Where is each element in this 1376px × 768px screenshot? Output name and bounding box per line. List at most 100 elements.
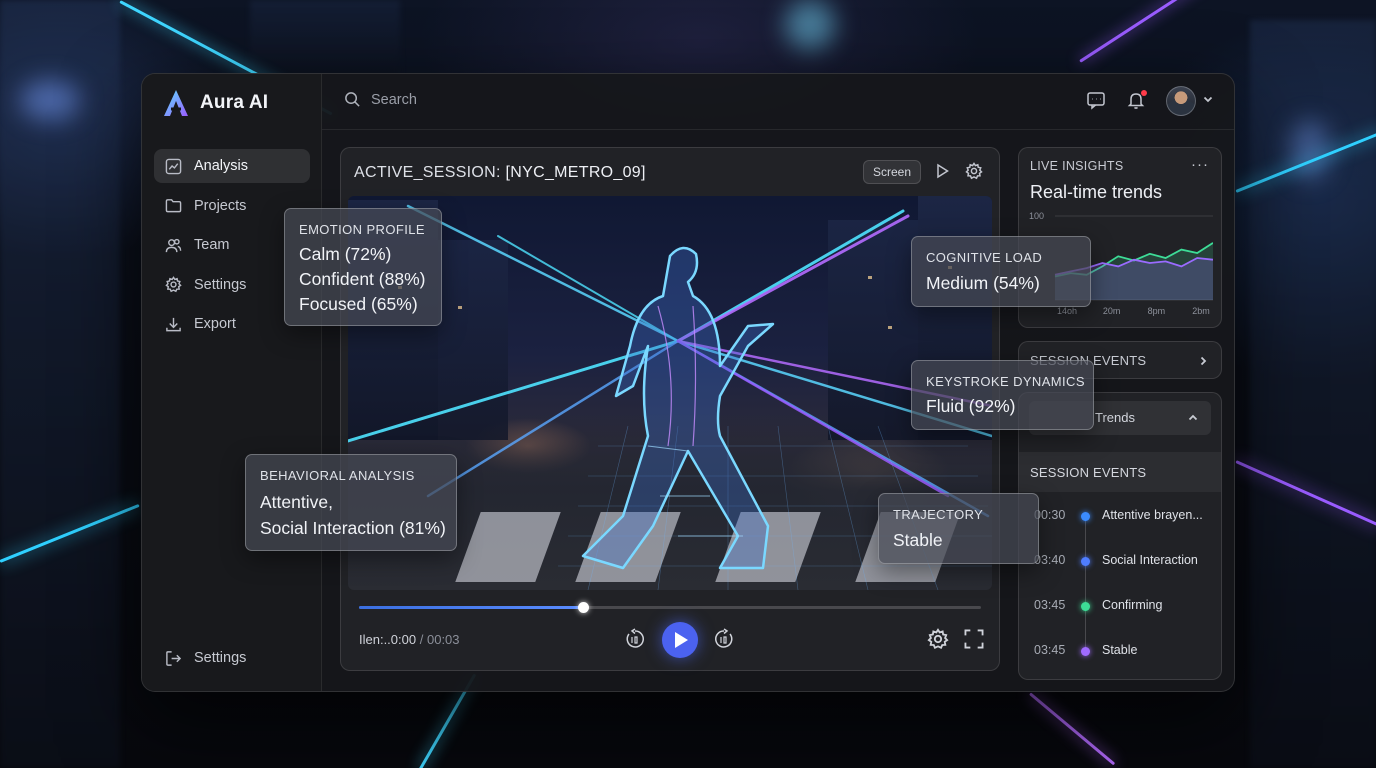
top-icons (1086, 86, 1214, 116)
chevron-down-icon (1203, 96, 1213, 103)
session-events-panel: Trends SESSION EVENTS 00:30 Attentive br… (1018, 392, 1222, 680)
sidebar-item-bottom-settings[interactable]: Settings (154, 641, 310, 675)
insights-title: Real-time trends (1030, 182, 1163, 202)
keystroke-dynamics-label: KEYSTROKE DYNAMICS (926, 374, 1085, 389)
x-tick-label: 14oh (1057, 306, 1077, 316)
time-separator: / (419, 632, 424, 647)
session-title-prefix: ACTIVE_SESSION: (354, 164, 501, 181)
app-name: Aura AI (200, 92, 269, 113)
event-item[interactable]: 00:30 Attentive brayen... (1019, 506, 1221, 526)
event-text: Stable (1102, 643, 1138, 657)
notifications-button[interactable] (1126, 90, 1148, 112)
folder-icon (165, 199, 182, 213)
rewind-button[interactable] (624, 628, 648, 652)
cognitive-load-label: COGNITIVE LOAD (926, 250, 1043, 265)
emotion-profile-card: EMOTION PROFILE Calm (72%) Confident (88… (284, 208, 442, 326)
time-display: Ilen:..0:00 / 00:03 (359, 632, 460, 647)
session-title: ACTIVE_SESSION: [NYC_METRO_09] (354, 164, 646, 182)
progress-bar[interactable] (359, 602, 981, 613)
behavioral-analysis-label: BEHAVIORAL ANALYSIS (260, 468, 415, 483)
fullscreen-button[interactable] (963, 628, 987, 652)
account-menu-chevron[interactable] (1202, 92, 1214, 110)
download-icon (166, 317, 181, 331)
search-input[interactable]: Search (344, 91, 417, 108)
fullscreen-icon (964, 629, 984, 649)
trajectory-value: Stable (893, 530, 943, 550)
sidebar-item-label: Export (194, 316, 236, 332)
y-tick-label: 100 (1029, 211, 1044, 221)
emotion-line: Confident (88%) (299, 269, 426, 289)
cognitive-load-card: COGNITIVE LOAD Medium (54%) (911, 236, 1091, 307)
sidebar-bottom: Settings (154, 641, 310, 681)
session-events-title: SESSION EVENTS (1030, 465, 1147, 480)
player-settings-button[interactable] (927, 628, 951, 652)
search-icon (345, 92, 360, 107)
keystroke-dynamics-card: KEYSTROKE DYNAMICS Fluid (92%) (911, 360, 1094, 430)
chat-icon (1087, 92, 1105, 110)
event-item[interactable]: 03:40 Social Interaction (1019, 551, 1221, 571)
person-silhouette (581, 246, 775, 570)
session-settings-button[interactable] (965, 162, 985, 182)
play-icon (675, 632, 688, 648)
progress-knob[interactable] (577, 602, 589, 613)
event-dot (1081, 512, 1090, 521)
top-bar: Search (322, 74, 1234, 130)
event-item[interactable]: 03:45 Confirming (1019, 596, 1221, 616)
brand[interactable]: Aura AI (162, 88, 268, 118)
time-current: Ilen:..0:00 (359, 632, 417, 647)
session-play-button[interactable] (933, 162, 953, 182)
x-tick-label: 20m (1103, 306, 1121, 316)
sidebar-item-label: Settings (194, 276, 247, 293)
chat-button[interactable] (1086, 90, 1108, 112)
search-placeholder: Search (371, 91, 417, 108)
chevron-up-icon (1188, 414, 1198, 421)
x-tick-label: 8pm (1148, 306, 1166, 316)
forward-button[interactable] (713, 628, 737, 652)
insights-label: LIVE INSIGHTS (1030, 159, 1124, 173)
event-text: Attentive brayen... (1102, 508, 1203, 522)
rewind-10-icon (626, 628, 644, 648)
emotion-line: Focused (65%) (299, 294, 418, 314)
logout-icon (166, 650, 182, 666)
behavioral-analysis-card: BEHAVIORAL ANALYSIS Attentive, Social In… (245, 454, 457, 551)
event-time: 03:45 (1034, 643, 1066, 657)
sidebar-item-label: Analysis (194, 158, 248, 174)
gear-icon (965, 162, 983, 180)
notification-dot (1141, 90, 1147, 96)
users-icon (165, 238, 182, 252)
event-dot (1081, 647, 1090, 656)
aura-logo-icon (164, 90, 188, 116)
session-events-header: SESSION EVENTS (1019, 452, 1221, 492)
event-time: 03:45 (1034, 598, 1066, 612)
trajectory-card: TRAJECTORY Stable (878, 493, 1039, 564)
event-text: Social Interaction (1102, 553, 1198, 567)
keystroke-dynamics-value: Fluid (92%) (926, 396, 1016, 416)
event-dot (1081, 557, 1090, 566)
gear-icon (165, 276, 182, 293)
emotion-line: Calm (72%) (299, 244, 392, 264)
event-dot (1081, 602, 1090, 611)
sidebar-item-label: Projects (194, 197, 247, 214)
behavioral-line: Social Interaction (81%) (260, 518, 446, 538)
behavioral-line: Attentive, (260, 492, 333, 512)
play-outline-icon (937, 163, 949, 179)
chart-icon (165, 158, 182, 174)
timeline-line (1085, 515, 1086, 650)
event-text: Confirming (1102, 598, 1163, 612)
chevron-right-icon (1197, 354, 1209, 372)
avatar[interactable] (1166, 86, 1196, 116)
more-icon[interactable]: ··· (1191, 156, 1209, 173)
time-total: 00:03 (426, 632, 460, 647)
gear-icon (927, 628, 949, 650)
sidebar-item-label: Team (194, 237, 230, 253)
emotion-profile-label: EMOTION PROFILE (299, 222, 425, 237)
sidebar-item-label: Settings (194, 650, 247, 666)
sidebar-item-analysis[interactable]: Analysis (154, 149, 310, 183)
event-item[interactable]: 03:45 Stable (1019, 641, 1221, 661)
x-tick-label: 2bm (1192, 306, 1210, 316)
progress-fill (359, 606, 583, 609)
screen-button[interactable]: Screen (863, 160, 922, 184)
play-button[interactable] (662, 622, 698, 658)
trajectory-label: TRAJECTORY (893, 507, 984, 522)
session-title-value: [NYC_METRO_09] (505, 164, 646, 181)
